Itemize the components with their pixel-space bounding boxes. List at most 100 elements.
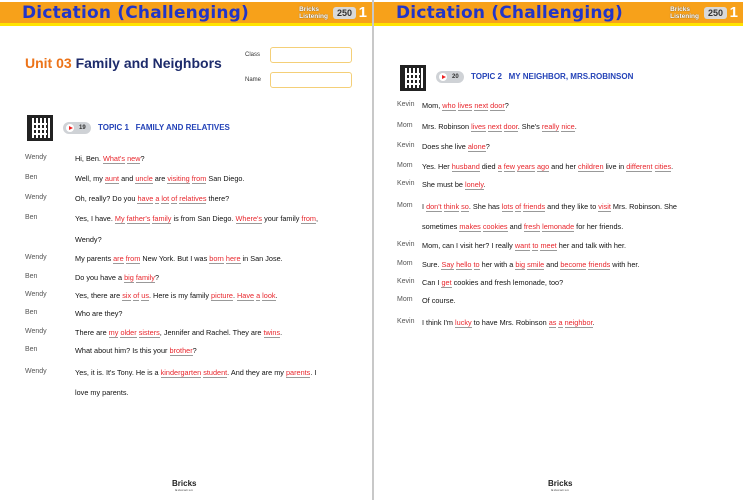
dialogue-line: Yes, it is. It's Tony. He is a kindergar…	[75, 368, 316, 378]
level-badge: 250	[703, 7, 727, 19]
bricks-logo: Bricks Education	[172, 480, 196, 494]
dictation-blank: nice	[561, 122, 575, 132]
line-text: She must be	[422, 180, 465, 189]
dictation-blank: look	[262, 291, 276, 301]
play-track-button[interactable]: 19	[63, 122, 91, 134]
dialogue-line: My parents are from New York. But I was …	[75, 254, 283, 264]
speaker-name: Mom	[397, 162, 413, 169]
line-text: Yes. Her	[422, 162, 452, 171]
play-track-button[interactable]: 20	[436, 71, 464, 83]
dictation-blank: aunt	[104, 174, 120, 184]
line-text: .	[275, 291, 278, 300]
line-text: . And they are my	[227, 368, 286, 377]
dictation-blank: lives	[471, 122, 486, 132]
dictation-blank: kindergarten	[160, 368, 202, 378]
track-number: 19	[79, 125, 86, 131]
dictation-blank: My	[114, 214, 125, 224]
dictation-blank: sisters	[138, 328, 160, 338]
dialogue-line: Well, my aunt and uncle are visiting fro…	[75, 174, 244, 184]
class-label: Class	[245, 52, 261, 58]
dictation-blank: door	[490, 101, 505, 111]
header-stripe	[374, 23, 743, 26]
dialogue-line: Mrs. Robinson lives next door. She's rea…	[422, 122, 577, 132]
brand-line1: Bricks	[299, 6, 319, 13]
dictation-blank: lives	[457, 101, 473, 111]
dictation-blank: next	[474, 101, 489, 111]
speaker-name: Kevin	[397, 142, 415, 149]
dictation-blank: What's	[102, 154, 126, 164]
dictation-blank: really	[541, 122, 560, 132]
dialogue-line: Do you have a big family?	[75, 273, 159, 283]
line-text: Well, my	[75, 174, 105, 183]
line-text: her with a	[479, 260, 516, 269]
name-field[interactable]	[270, 72, 352, 88]
dictation-blank: children	[577, 162, 604, 172]
dialogue-line: love my parents.	[75, 388, 129, 397]
line-text: Mrs. Robinson. She	[610, 202, 677, 211]
line-text: and her	[549, 162, 578, 171]
line-text: , Jennifer and Rachel. They are	[159, 328, 264, 337]
dictation-blank: don't	[426, 202, 442, 212]
class-field[interactable]	[270, 47, 352, 63]
line-text: there?	[206, 194, 230, 203]
dictation-blank: visit	[598, 202, 611, 212]
dictation-blank: new	[127, 154, 141, 164]
dialogue-line: She must be lonely.	[422, 180, 486, 190]
dialogue-line: I don't think so. She has lots of friend…	[422, 202, 677, 212]
line-text: Yes, there are	[75, 291, 123, 300]
qr-code-icon[interactable]	[400, 65, 426, 91]
dialogue-line: Yes. Her husband died a few years ago an…	[422, 162, 674, 172]
dictation-blank: years	[517, 162, 535, 172]
qr-code-icon[interactable]	[27, 115, 53, 141]
line-text: .	[671, 162, 674, 171]
dictation-blank: father's	[126, 214, 151, 224]
speaker-name: Wendy	[25, 194, 47, 201]
dictation-blank: friends	[523, 202, 546, 212]
name-label: Name	[245, 77, 262, 83]
dictation-blank: older	[120, 328, 137, 338]
header-stripe	[0, 23, 372, 26]
dialogue-line: Yes, I have. My father's family is from …	[75, 214, 319, 224]
level-badge: 250	[332, 7, 356, 19]
dictation-blank: husband	[451, 162, 480, 172]
speaker-name: Kevin	[397, 101, 415, 108]
speaker-name: Wendy	[25, 254, 47, 261]
unit-name: Family and Neighbors	[75, 55, 222, 71]
dictation-blank: few	[503, 162, 516, 172]
dialogue-line: Mom, can I visit her? I really want to m…	[422, 241, 626, 251]
book-number: 1	[358, 4, 367, 21]
dictation-blank: lot	[161, 194, 170, 204]
line-text: ,	[316, 214, 319, 223]
dictation-blank: lucky	[455, 318, 472, 328]
dictation-blank: smile	[527, 260, 545, 270]
line-text: Hi, Ben.	[75, 154, 103, 163]
line-text: to have Mrs. Robinson	[471, 318, 549, 327]
line-text: ?	[192, 346, 197, 355]
dictation-blank: lots	[501, 202, 514, 212]
dictation-blank: Where's	[235, 214, 263, 224]
dictation-blank: my	[108, 328, 119, 338]
unit-title: Unit 03 Family and Neighbors	[25, 55, 222, 71]
unit-label: Unit 03	[25, 55, 72, 71]
line-text: ?	[140, 154, 145, 163]
brand-line1: Bricks	[670, 6, 690, 13]
dictation-blank: different	[626, 162, 653, 172]
dialogue-line: sometimes makes cookies and fresh lemona…	[422, 222, 623, 232]
line-text: love my parents.	[75, 388, 129, 397]
bricks-logo: Bricks Education	[548, 480, 572, 494]
line-text: . She has	[468, 202, 502, 211]
line-text: .	[592, 318, 595, 327]
line-text: your family	[262, 214, 302, 223]
topic-title: TOPIC 1 FAMILY AND RELATIVES	[98, 123, 230, 132]
line-text: Of course.	[422, 296, 456, 305]
line-text: Mom, can I visit her? I really	[422, 241, 515, 250]
play-icon	[439, 73, 447, 81]
line-text: New York. But I was	[140, 254, 210, 263]
dictation-blank: who	[442, 101, 456, 111]
dictation-blank: lonely	[465, 180, 484, 190]
dialogue-line: Does she live alone?	[422, 142, 490, 152]
dictation-blank: think	[443, 202, 460, 212]
dictation-blank: Say	[441, 260, 455, 270]
dictation-blank: makes	[459, 222, 481, 232]
speaker-name: Wendy	[25, 291, 47, 298]
